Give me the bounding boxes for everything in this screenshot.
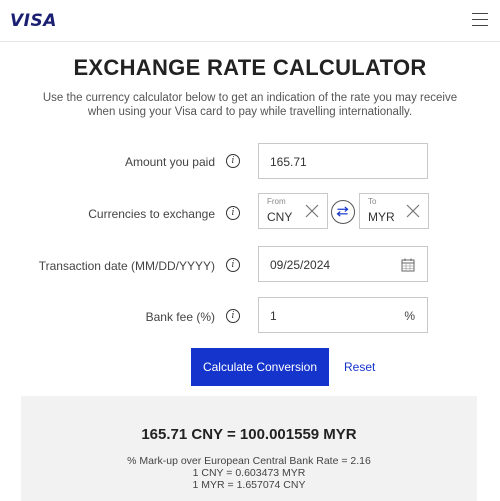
amount-value: 165.71 (270, 155, 307, 169)
from-label: From (267, 197, 286, 206)
from-clear-icon[interactable] (305, 204, 319, 218)
menu-line (472, 25, 488, 26)
percent-unit: % (404, 309, 415, 323)
site-header: VISA (0, 0, 500, 42)
amount-info-icon[interactable]: i (226, 154, 240, 168)
menu-line (472, 13, 488, 14)
currencies-label: Currencies to exchange (88, 207, 215, 221)
menu-line (472, 19, 488, 20)
currencies-info-icon[interactable]: i (226, 206, 240, 220)
amount-input[interactable]: 165.71 (258, 143, 428, 179)
to-currency-select[interactable]: To MYR (359, 193, 429, 229)
page-subtitle: Use the currency calculator below to get… (30, 91, 470, 119)
bank-fee-label: Bank fee (%) (145, 310, 215, 324)
date-input[interactable]: 09/25/2024 (258, 246, 428, 282)
hamburger-menu-icon[interactable] (472, 13, 488, 27)
subtitle-line-2: when using your Visa card to pay while t… (87, 106, 413, 118)
result-panel: 165.71 CNY = 100.001559 MYR % Mark-up ov… (21, 396, 477, 501)
swap-currencies-button[interactable] (331, 200, 355, 224)
date-value: 09/25/2024 (270, 258, 331, 272)
rate-line-2: 1 MYR = 1.657074 CNY (192, 479, 306, 491)
subtitle-line-1: Use the currency calculator below to get… (42, 92, 458, 104)
from-currency-value: CNY (267, 210, 293, 224)
bank-fee-info-icon[interactable]: i (226, 309, 240, 323)
to-currency-value: MYR (368, 210, 395, 224)
page-title: EXCHANGE RATE CALCULATOR (73, 55, 427, 80)
amount-label: Amount you paid (124, 155, 215, 169)
visa-logo[interactable]: VISA (10, 11, 57, 31)
to-label: To (368, 197, 377, 206)
bank-fee-value: 1 (270, 309, 277, 323)
markup-text: % Mark-up over European Central Bank Rat… (127, 455, 371, 467)
date-info-icon[interactable]: i (226, 258, 240, 272)
reset-link[interactable]: Reset (344, 360, 375, 374)
date-label: Transaction date (MM/DD/YYYY) (38, 259, 215, 273)
swap-arrows-icon (336, 206, 349, 217)
to-clear-icon[interactable] (406, 204, 420, 218)
from-currency-select[interactable]: From CNY (258, 193, 328, 229)
bank-fee-input[interactable]: 1 % (258, 297, 428, 333)
conversion-result: 165.71 CNY = 100.001559 MYR (141, 426, 357, 443)
rate-line-1: 1 CNY = 0.603473 MYR (192, 467, 306, 479)
calendar-icon[interactable] (401, 258, 415, 272)
calculate-conversion-button[interactable]: Calculate Conversion (191, 348, 329, 386)
